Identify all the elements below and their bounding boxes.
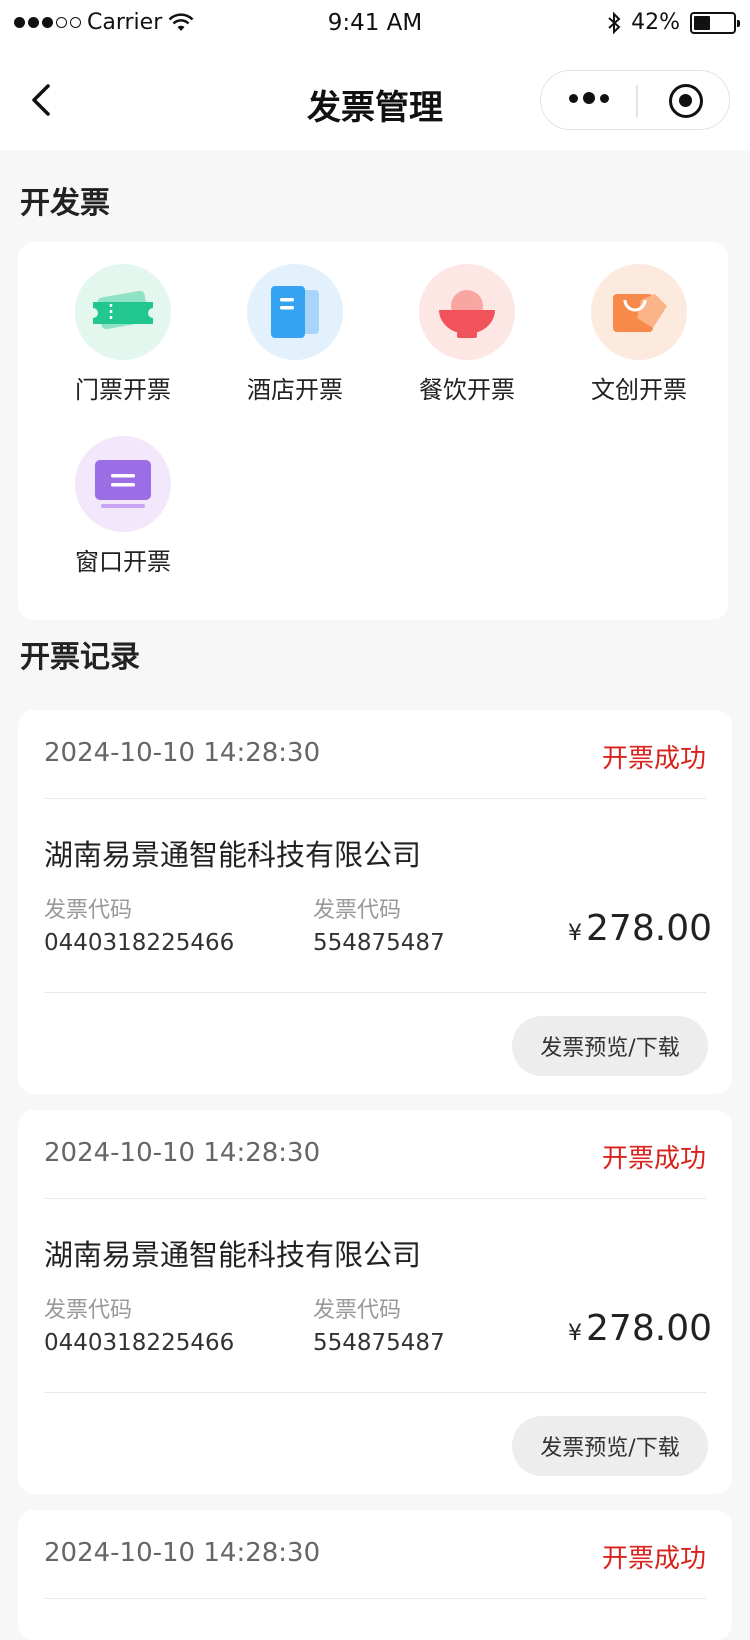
invoice-preview-download-button[interactable]: 发票预览/下载 <box>512 1016 708 1076</box>
record-time: 2024-10-10 14:28:30 <box>44 738 321 768</box>
issue-item-window[interactable]: 窗口开票 <box>48 436 198 577</box>
amount-value: 278.00 <box>586 1308 712 1349</box>
food-bowl-icon <box>419 264 515 360</box>
more-icon[interactable] <box>569 92 609 104</box>
issue-item-label: 文创开票 <box>591 376 687 404</box>
record-amount: ¥278.00 <box>568 908 712 949</box>
issue-item-hotel[interactable]: 酒店开票 <box>220 264 370 405</box>
invoice-preview-download-button[interactable]: 发票预览/下载 <box>512 1416 708 1476</box>
issue-card: 门票开票 酒店开票 餐饮开票 文创开票 窗口开票 <box>18 242 728 620</box>
record-time: 2024-10-10 14:28:30 <box>44 1538 321 1568</box>
invoice-record: 2024-10-10 14:28:30 开票成功 <box>18 1510 732 1640</box>
issue-item-creative[interactable]: 文创开票 <box>564 264 714 405</box>
divider <box>44 798 706 799</box>
window-counter-icon <box>75 436 171 532</box>
amount-value: 278.00 <box>586 908 712 949</box>
divider <box>44 992 706 993</box>
record-status: 开票成功 <box>601 744 706 774</box>
issue-item-label: 酒店开票 <box>247 376 343 404</box>
status-right: 42% <box>607 10 740 35</box>
divider <box>44 1598 706 1599</box>
issue-item-label: 门票开票 <box>75 376 171 404</box>
invoice-code-value: 0440318225466 <box>44 930 235 956</box>
record-company: 湖南易景通智能科技有限公司 <box>44 838 422 872</box>
record-status: 开票成功 <box>601 1544 706 1574</box>
nav-bar: 发票管理 <box>0 50 750 150</box>
battery-fill <box>694 15 710 30</box>
record-time: 2024-10-10 14:28:30 <box>44 1138 321 1168</box>
battery-percent: 42% <box>631 10 680 35</box>
battery-icon <box>690 11 740 34</box>
records-section-title: 开票记录 <box>20 640 140 675</box>
status-bar: Carrier 9:41 AM 42% <box>0 0 750 50</box>
invoice-code-label: 发票代码 <box>44 1298 133 1323</box>
currency-symbol: ¥ <box>568 921 583 946</box>
ticket-icon <box>75 264 171 360</box>
divider <box>44 1392 706 1393</box>
creative-tag-icon <box>591 264 687 360</box>
issue-item-label: 餐饮开票 <box>419 376 515 404</box>
capsule-divider <box>636 85 638 117</box>
invoice-record: 2024-10-10 14:28:30 开票成功 湖南易景通智能科技有限公司 发… <box>18 710 732 1094</box>
close-miniprogram-icon[interactable] <box>669 84 703 118</box>
invoice-number-label: 发票代码 <box>313 1298 402 1323</box>
record-status: 开票成功 <box>601 1144 706 1174</box>
record-company: 湖南易景通智能科技有限公司 <box>44 1238 422 1272</box>
invoice-number-value: 554875487 <box>313 930 445 956</box>
divider <box>44 1198 706 1199</box>
miniprogram-capsule <box>540 70 730 130</box>
bluetooth-icon <box>608 11 621 34</box>
currency-symbol: ¥ <box>568 1321 583 1346</box>
issue-item-food[interactable]: 餐饮开票 <box>392 264 542 405</box>
issue-item-label: 窗口开票 <box>75 548 171 576</box>
hotel-doc-icon <box>247 264 343 360</box>
invoice-code-label: 发票代码 <box>44 898 133 923</box>
issue-section-title: 开发票 <box>20 186 110 221</box>
invoice-code-value: 0440318225466 <box>44 1330 235 1356</box>
record-amount: ¥278.00 <box>568 1308 712 1349</box>
issue-item-ticket[interactable]: 门票开票 <box>48 264 198 405</box>
invoice-number-value: 554875487 <box>313 1330 445 1356</box>
invoice-record: 2024-10-10 14:28:30 开票成功 湖南易景通智能科技有限公司 发… <box>18 1110 732 1494</box>
invoice-number-label: 发票代码 <box>313 898 402 923</box>
